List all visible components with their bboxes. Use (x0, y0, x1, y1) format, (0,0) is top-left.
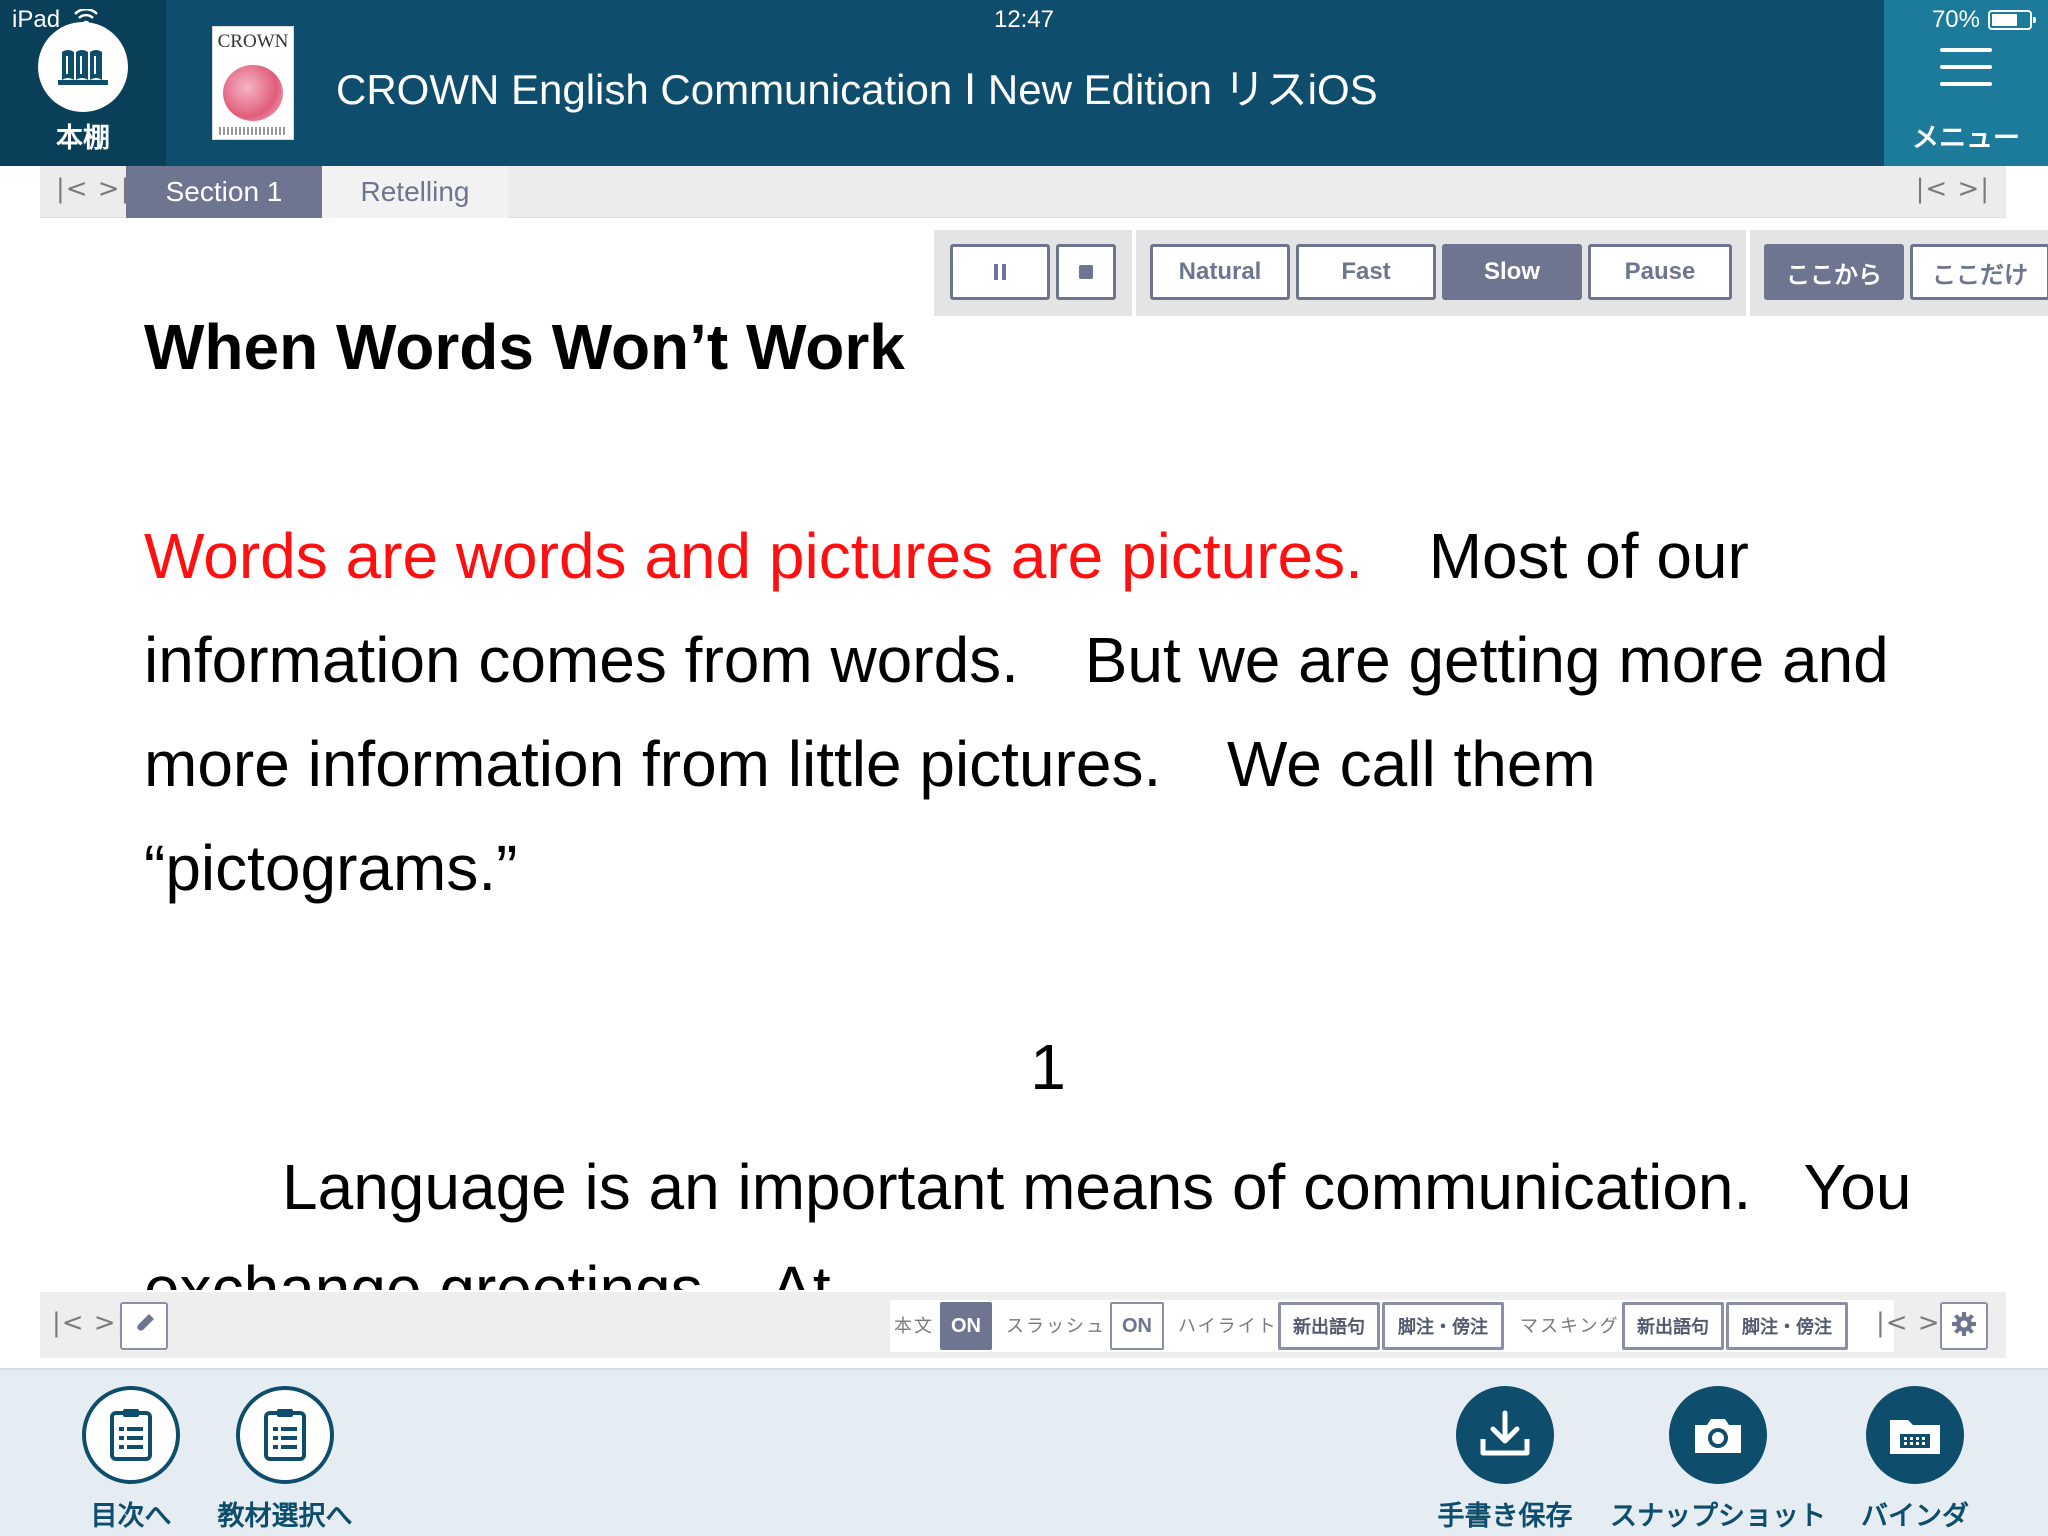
battery-percent: 70% (1931, 6, 1980, 33)
play-only-here-button[interactable]: ここだけ (1910, 244, 2048, 300)
speed-natural-button[interactable]: Natural (1150, 244, 1290, 300)
slash-toggle[interactable]: ON (1110, 1302, 1164, 1350)
material-select-label: 教材選択へ (217, 1501, 353, 1532)
tabs-nav-right[interactable]: |< >| (1916, 174, 1990, 204)
play-from-here-button[interactable]: ここから (1764, 244, 1904, 300)
status-time: 12:47 (993, 6, 1055, 33)
bottom-action-bar: 目次へ 教材選択へ 手書き保存 スナップショット バインダ (0, 1368, 2048, 1536)
sentence-1[interactable]: Words are words and pictures are picture… (144, 520, 1363, 592)
page-title: CROWN English Communication Ⅰ New Editio… (336, 66, 1378, 113)
toc-label: 目次へ (90, 1501, 172, 1532)
binder-label: バインダ (1861, 1501, 1969, 1532)
honbun-toggle[interactable]: ON (940, 1302, 992, 1350)
paragraph-number: 1 (1030, 1031, 1066, 1103)
toc-button[interactable]: 目次へ (56, 1386, 206, 1533)
range-controls: ここから ここだけ (1750, 230, 2048, 316)
pause-mode-button[interactable]: Pause (1588, 244, 1732, 300)
section-tabs-bar: |< >| Section 1 Retelling |< >| (40, 166, 2006, 218)
tab-section-1[interactable]: Section 1 (126, 166, 322, 218)
battery-status: 70% (1931, 6, 2036, 34)
pencil-icon (131, 1311, 157, 1342)
pencil-button[interactable] (120, 1302, 168, 1350)
tabs-nav-left[interactable]: |< >| (56, 174, 130, 204)
masking-label: マスキング (1520, 1316, 1620, 1337)
binder-button[interactable]: バインダ (1840, 1386, 1990, 1533)
book-cover-barcode (219, 127, 287, 135)
material-select-button[interactable]: 教材選択へ (210, 1386, 360, 1533)
menu-label: メニュー (1912, 123, 2020, 154)
speed-slow-button[interactable]: Slow (1442, 244, 1582, 300)
paragraph-2: Language is an important means of commun… (144, 1136, 2004, 1290)
book-cover-thumbnail: CROWN (212, 26, 294, 140)
speed-controls: Natural Fast Slow Pause (1136, 230, 1746, 316)
display-settings-bar: |< >| 本文 ON スラッシュ ON ハイライト 新出語句 脚注・傍注 マス… (40, 1292, 2006, 1358)
speed-fast-button[interactable]: Fast (1296, 244, 1436, 300)
battery-icon (1988, 10, 2036, 30)
document-list-icon (82, 1386, 180, 1484)
download-icon (1456, 1386, 1554, 1484)
hamburger-icon (1940, 48, 1992, 99)
snapshot-button[interactable]: スナップショット (1600, 1386, 1836, 1533)
pause-button[interactable] (950, 244, 1050, 300)
highlight-new-words-button[interactable]: 新出語句 (1278, 1302, 1380, 1350)
stop-icon (1079, 265, 1093, 279)
gear-icon (1950, 1310, 1978, 1343)
masking-footnotes-button[interactable]: 脚注・傍注 (1726, 1302, 1848, 1350)
book-cover-art (223, 65, 283, 121)
pause-icon (994, 264, 1006, 280)
settings-nav-left[interactable]: |< >| (52, 1308, 126, 1338)
save-handwriting-button[interactable]: 手書き保存 (1430, 1386, 1580, 1533)
paragraph-1: Words are words and pictures are picture… (144, 504, 2004, 920)
lesson-heading: When Words Won’t Work (144, 311, 905, 383)
stop-button[interactable] (1056, 244, 1116, 300)
status-bar: iPad 12:47 70% (0, 0, 2048, 40)
save-handwriting-label: 手書き保存 (1437, 1501, 1573, 1532)
snapshot-label: スナップショット (1610, 1501, 1826, 1532)
tab-retelling[interactable]: Retelling (322, 166, 508, 218)
reading-pane: When Words Won’t Work Words are words an… (0, 230, 2048, 1290)
battery-fill (1992, 14, 2018, 26)
honbun-label: 本文 (894, 1316, 934, 1337)
highlight-label: ハイライト (1178, 1316, 1278, 1337)
slash-label: スラッシュ (1006, 1316, 1106, 1337)
masking-new-words-button[interactable]: 新出語句 (1622, 1302, 1724, 1350)
clipboard-list-icon (236, 1386, 334, 1484)
settings-button[interactable] (1940, 1302, 1988, 1350)
folder-icon (1866, 1386, 1964, 1484)
paragraph-2-text[interactable]: Language is an important means of commun… (144, 1151, 1929, 1290)
bookshelf-label: 本棚 (56, 123, 110, 154)
highlight-footnotes-button[interactable]: 脚注・傍注 (1382, 1302, 1504, 1350)
playback-controls (934, 230, 1132, 316)
camera-icon (1669, 1386, 1767, 1484)
